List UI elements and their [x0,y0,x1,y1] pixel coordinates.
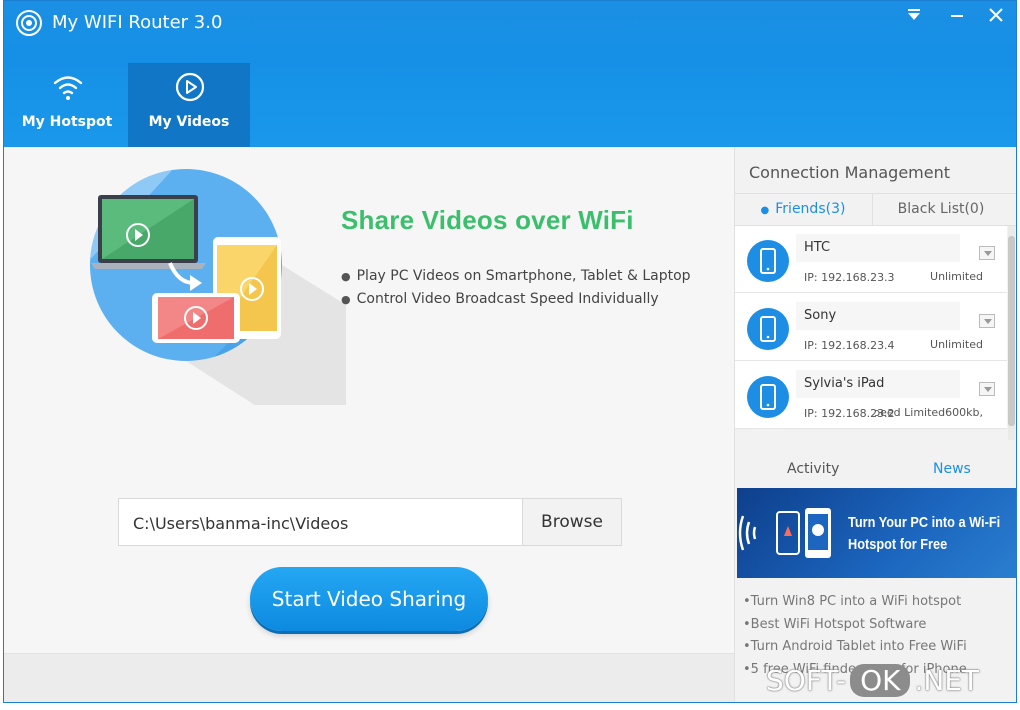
close-button[interactable] [983,5,1009,29]
feature-item: Control Video Broadcast Speed Individual… [341,288,691,311]
footer-strip [4,653,734,702]
device-speed-dropdown[interactable] [979,382,995,396]
tab-friends[interactable]: ● Friends(3) [735,194,871,225]
tab-black-list[interactable]: Black List(0) [872,194,1009,225]
phone-icon [747,240,789,282]
connection-management-title: Connection Management [749,163,951,182]
play-circle-icon [175,72,205,102]
device-name-field[interactable]: Sylvia's iPad [796,370,960,398]
news-item[interactable]: Turn Android Tablet into Free WiFi [743,636,967,659]
tab-my-videos-label: My Videos [148,114,230,130]
main-panel: Share Videos over WiFi Play PC Videos on… [4,147,734,653]
news-item[interactable]: Turn Win8 PC into a WiFi hotspot [743,591,967,614]
watermark-text: SOFT- [766,664,847,697]
device-row[interactable]: HTC IP: 192.168.23.3 Unlimited [735,226,1007,293]
scrollbar-thumb[interactable] [1008,236,1015,426]
close-icon [989,8,1003,22]
minimize-button[interactable] [944,5,970,29]
headline: Share Videos over WiFi [341,205,634,235]
banner-text: Turn Your PC into a Wi-Fi Hotspot for Fr… [848,512,1010,556]
tab-my-videos[interactable]: My Videos [128,63,250,147]
device-row[interactable]: Sony IP: 192.168.23.4 Unlimited [735,294,1007,361]
start-video-sharing-button[interactable]: Start Video Sharing [250,567,488,631]
info-tabs: Activity News [735,453,1016,487]
device-speed: Unlimited [930,338,983,351]
banner-line: Turn Your PC into a Wi-Fi [848,514,1001,531]
device-ip: IP: 192.168.23.4 [804,339,895,352]
app-logo-icon [16,10,42,36]
app-title: My WIFI Router 3.0 [52,12,223,33]
promo-banner[interactable]: Turn Your PC into a Wi-Fi Hotspot for Fr… [737,488,1016,578]
app-window: My WIFI Router 3.0 My Hotspot My Videos … [3,0,1017,703]
share-videos-illustration [90,169,346,405]
phone-wifi-icon [738,508,831,558]
minimize-icon [951,15,963,17]
wifi-icon [53,76,83,100]
device-speed-dropdown[interactable] [979,246,995,260]
device-speed-dropdown[interactable] [979,314,995,328]
browse-button[interactable]: Browse [522,498,622,546]
tab-friends-label: Friends(3) [775,201,846,217]
device-name-field[interactable]: HTC [796,234,960,262]
tab-my-hotspot-label: My Hotspot [21,114,113,130]
phone-icon [747,376,789,418]
tab-my-hotspot[interactable]: My Hotspot [6,63,128,147]
device-speed: ɔeed Limited600kb, [874,406,983,419]
watermark-text: .NET [914,664,980,697]
device-list: HTC IP: 192.168.23.3 Unlimited Sony IP: … [735,226,1007,429]
menu-dropdown-button[interactable] [901,5,927,29]
chevron-down-icon [908,9,920,20]
watermark: SOFT- OK .NET [766,664,979,706]
header-bar: My WIFI Router 3.0 My Hotspot My Videos [4,1,1016,147]
news-item[interactable]: Best WiFi Hotspot Software [743,614,967,637]
title-bar[interactable]: My WIFI Router 3.0 [4,1,1016,45]
device-list-scrollbar[interactable] [1008,226,1015,440]
feature-list: Play PC Videos on Smartphone, Tablet & L… [341,265,691,311]
device-name-field[interactable]: Sony [796,302,960,330]
watermark-badge: OK [850,664,911,697]
banner-line: Hotspot for Free [848,536,948,553]
device-ip: IP: 192.168.23.3 [804,271,895,284]
video-folder-path-input[interactable]: C:\Users\banma-inc\Videos [118,498,523,546]
active-dot-icon: ● [760,205,770,216]
tab-news[interactable]: News [933,461,971,477]
feature-item: Play PC Videos on Smartphone, Tablet & L… [341,265,691,288]
tab-activity[interactable]: Activity [787,461,839,477]
phone-icon [747,308,789,350]
device-row[interactable]: Sylvia's iPad IP: 192.168.23.2 ɔeed Limi… [735,362,1007,429]
device-speed: Unlimited [930,270,983,283]
connection-tabs: ● Friends(3) Black List(0) [735,193,1016,226]
connection-panel: Connection Management ● Friends(3) Black … [734,147,1016,702]
